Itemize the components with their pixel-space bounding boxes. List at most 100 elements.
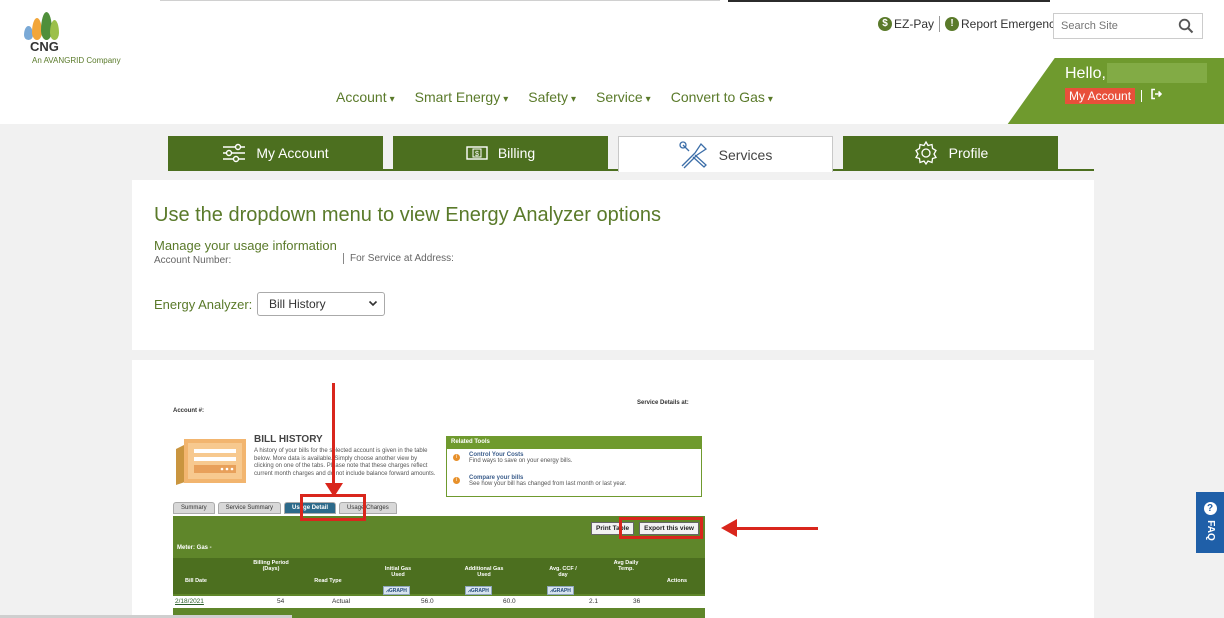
info-icon: i (453, 477, 460, 484)
sign-out-icon[interactable] (1150, 88, 1163, 103)
column-header: Billing Period (Days) (253, 560, 289, 572)
greeting: Hello, (1065, 65, 1106, 82)
related-tool-desc: See how your bill has changed from last … (469, 481, 627, 487)
svg-text:$: $ (475, 151, 479, 158)
read-type-cell: Actual (332, 598, 351, 605)
additional-gas-graph-button[interactable]: ⩘GRAPH (465, 586, 492, 595)
related-tools-header: Related Tools (447, 437, 701, 449)
service-details-label: Service Details at: (637, 400, 689, 406)
tab-label: My Account (256, 145, 329, 161)
column-header-row: Bill Date Billing Period (Days) Read Typ… (173, 558, 705, 595)
bill-history-illustration-icon (174, 435, 248, 487)
sliders-icon (222, 143, 246, 163)
top-divider (160, 0, 720, 1)
faq-button[interactable]: ? FAQ (1196, 492, 1224, 553)
energy-analyzer-label: Energy Analyzer: (154, 297, 253, 312)
nav-item-convert-to-gas[interactable]: Convert to Gas ▾ (671, 89, 773, 105)
initial-gas-cell: 56.0 (421, 598, 434, 605)
nav-item-safety[interactable]: Safety ▾ (528, 89, 576, 105)
tab-label: Profile (948, 145, 989, 161)
main-nav: Account ▾ Smart Energy ▾ Safety ▾ Service ▾ … (336, 89, 793, 105)
graph-label: GRAPH (552, 588, 571, 594)
avg-ccf-cell: 2.1 (589, 598, 599, 605)
report-emergency-link[interactable]: Report Emergency (961, 17, 1061, 31)
column-header: Read Type (314, 578, 342, 584)
annotation-arrow-down (332, 383, 335, 487)
nav-label: Smart Energy (414, 89, 501, 105)
avg-temp-cell: 36 (633, 598, 641, 605)
tab-label: Billing (497, 145, 536, 161)
initial-gas-graph-button[interactable]: ⩘GRAPH (383, 586, 410, 595)
nav-label: Account (336, 89, 387, 105)
related-tools-panel: Related Tools i Control Your Costs Find … (446, 436, 702, 497)
tools-icon (679, 140, 709, 169)
energy-analyzer-select[interactable]: Bill History (257, 292, 385, 316)
bill-history-description: A history of your bills for the selected… (254, 448, 436, 477)
ez-pay-link[interactable]: EZ-Pay (894, 17, 934, 31)
help-icon: ? (1203, 502, 1217, 515)
my-account-link[interactable]: My Account (1065, 88, 1136, 104)
user-panel: Hello, My Account (1007, 58, 1224, 125)
related-tool-compare-bills[interactable]: i Compare your bills See how your bill h… (447, 475, 701, 495)
nav-item-smart-energy[interactable]: Smart Energy ▾ (415, 89, 509, 105)
subtab-summary[interactable]: Summary (173, 502, 215, 514)
chevron-down-icon (368, 298, 378, 310)
page-title: Use the dropdown menu to view Energy Ana… (154, 204, 661, 226)
avg-ccf-graph-button[interactable]: ⩘GRAPH (547, 586, 574, 595)
graph-label: GRAPH (470, 588, 489, 594)
bill-icon: $ (466, 145, 488, 161)
top-divider-dark (728, 0, 1050, 2)
service-address-label: For Service at Address: (343, 253, 454, 264)
tab-label: Services (718, 146, 773, 163)
bill-date-link[interactable]: 2/18/2021 (175, 598, 204, 605)
dollar-icon: $ (878, 17, 892, 31)
tab-services[interactable]: Services (618, 136, 833, 172)
bill-history-card: Account #: Service Details at: BILL HIST… (132, 360, 1094, 618)
column-header: Actions (666, 578, 688, 584)
brand-name: CNG (30, 39, 59, 54)
brand-tagline: An AVANGRID Company (32, 56, 121, 65)
export-highlight (619, 517, 703, 539)
chevron-down-icon: ▾ (503, 94, 509, 105)
nav-item-service[interactable]: Service ▾ (596, 89, 651, 105)
related-tool-control-costs[interactable]: i Control Your Costs Find ways to save o… (447, 452, 701, 472)
graph-label: GRAPH (388, 588, 407, 594)
meter-label: Meter: Gas - (177, 545, 212, 551)
search-input[interactable] (1054, 15, 1172, 37)
nav-item-account[interactable]: Account ▾ (336, 89, 395, 105)
user-name-redacted (1107, 63, 1207, 83)
tab-billing[interactable]: $ Billing (393, 136, 608, 170)
column-header: Bill Date (184, 578, 207, 584)
chevron-down-icon: ▾ (767, 94, 773, 105)
user-separator (1141, 90, 1142, 102)
subtab-service-summary[interactable]: Service Summary (217, 502, 282, 514)
arrow-left-icon (721, 519, 737, 537)
additional-gas-cell: 60.0 (503, 598, 516, 605)
annotation-arrow-left (735, 527, 818, 530)
nav-label: Service (595, 89, 643, 105)
chevron-down-icon: ▾ (645, 94, 651, 105)
tab-my-account[interactable]: My Account (168, 136, 383, 170)
chevron-down-icon: ▾ (389, 94, 395, 105)
chevron-down-icon: ▾ (570, 94, 576, 105)
selected-option: Bill History (269, 297, 326, 311)
faq-label: FAQ (1204, 520, 1216, 541)
bill-history-title: BILL HISTORY (254, 434, 323, 445)
arrow-down-icon (325, 483, 343, 497)
account-number-label: Account Number: (154, 255, 232, 266)
table-row: 2/18/2021 54 Actual 56.0 60.0 2.1 36 (173, 596, 705, 608)
nav-label: Convert to Gas (670, 89, 765, 105)
flame-logo-icon (22, 10, 62, 40)
site-search (1053, 13, 1203, 39)
utility-links: $ EZ-Pay ! Report Emergency (878, 16, 1061, 32)
column-header: Additional Gas Used (464, 566, 504, 578)
gear-icon (913, 140, 939, 166)
search-icon[interactable] (1178, 18, 1194, 39)
utility-separator (939, 16, 941, 32)
tab-profile[interactable]: Profile (843, 136, 1058, 170)
related-tool-desc: Find ways to save on your energy bills. (469, 458, 573, 464)
usage-detail-highlight (300, 494, 366, 521)
cng-logo[interactable]: CNG An AVANGRID Company (22, 10, 142, 65)
alert-icon: ! (945, 17, 960, 31)
billing-period-cell: 54 (277, 598, 285, 605)
